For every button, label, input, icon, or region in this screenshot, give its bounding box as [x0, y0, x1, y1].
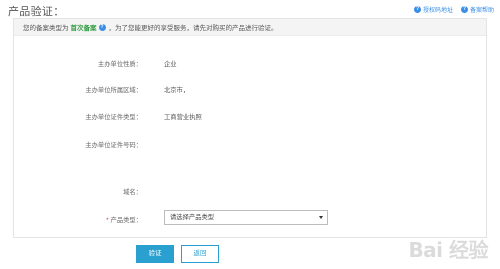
question-icon[interactable]: ? [98, 23, 106, 31]
help-links: ? 授权码地址 ? 备案帮助 [413, 5, 494, 14]
info-label: 主办单位所属区域： [85, 87, 142, 94]
notice-bar: 您的备案类型为 首次备案 ? ，为了您能更好的享受服务，请先对购买的产品进行验证… [14, 19, 486, 36]
filing-help-link[interactable]: ? 备案帮助 [460, 5, 494, 14]
filing-help-label: 备案帮助 [469, 8, 494, 14]
info-label: 主办单位证件号码： [85, 142, 142, 149]
auth-code-help-link[interactable]: ? 授权码地址 [413, 5, 453, 14]
auth-code-help-label: 授权码地址 [422, 8, 453, 14]
required-mark: * [106, 217, 109, 224]
question-icon: ? [460, 6, 468, 13]
back-button[interactable]: 返回 [181, 245, 219, 263]
info-value: 企业 [164, 61, 177, 68]
question-icon: ? [413, 6, 421, 13]
filing-type-highlight: 首次备案 [70, 25, 97, 32]
domain-label: 域名： [123, 189, 142, 196]
info-value: 北京市， [164, 87, 190, 94]
verification-panel: 您的备案类型为 首次备案 ? ，为了您能更好的享受服务，请先对购买的产品进行验证… [13, 18, 487, 238]
notice-prefix: 您的备案类型为 [23, 25, 69, 32]
verify-button[interactable]: 验证 [136, 245, 174, 263]
chevron-down-icon [319, 216, 323, 219]
info-label: 主办单位证件类型： [85, 114, 142, 121]
product-type-select[interactable]: 请选择产品类型 [164, 210, 328, 225]
page-title: 产品验证： [8, 6, 65, 18]
watermark-logo: Bai 经验 [408, 238, 488, 262]
info-value: 工商营业执照 [164, 114, 202, 121]
notice-suffix: ，为了您能更好的享受服务，请先对购买的产品进行验证。 [108, 25, 278, 32]
product-type-selected: 请选择产品类型 [170, 214, 215, 221]
product-type-label: 产品类型： [110, 217, 142, 224]
info-label: 主办单位性质： [97, 61, 142, 68]
